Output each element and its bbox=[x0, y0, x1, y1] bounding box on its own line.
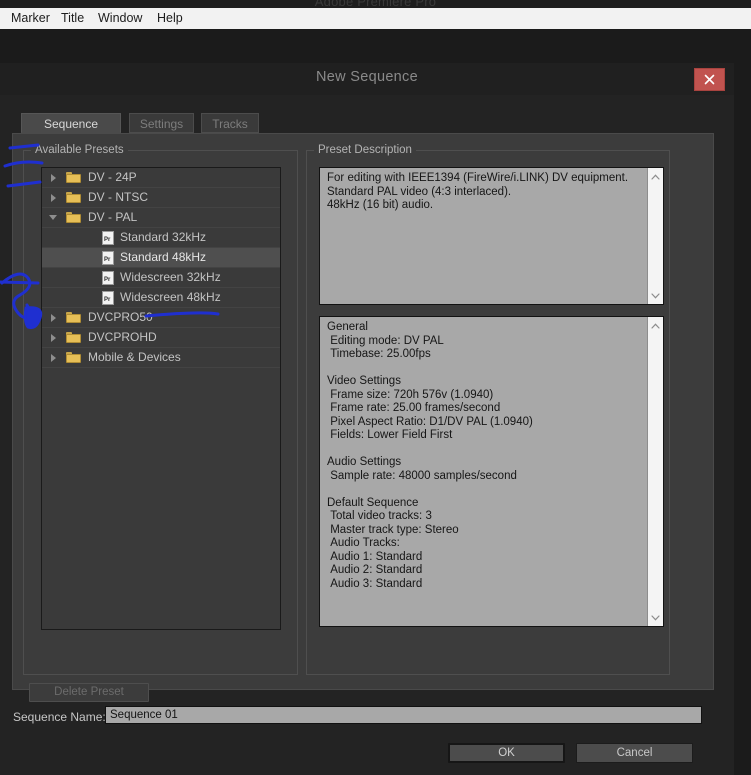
preset-details-box: General Editing mode: DV PAL Timebase: 2… bbox=[319, 316, 664, 627]
tab-tracks[interactable]: Tracks bbox=[201, 113, 259, 133]
menu-item-title[interactable]: Title bbox=[58, 11, 87, 26]
tree-item-label: Widescreen 32kHz bbox=[120, 270, 221, 284]
tree-row-selected[interactable]: Standard 48kHz bbox=[42, 248, 280, 268]
chevron-right-icon[interactable] bbox=[51, 354, 56, 362]
chevron-right-icon[interactable] bbox=[51, 334, 56, 342]
premiere-preset-icon bbox=[102, 251, 114, 265]
chevron-right-icon[interactable] bbox=[51, 314, 56, 322]
tree-item-label: DV - NTSC bbox=[88, 190, 148, 204]
chevron-right-icon[interactable] bbox=[51, 194, 56, 202]
ok-button[interactable]: OK bbox=[448, 743, 565, 763]
menu-item-help[interactable]: Help bbox=[154, 11, 186, 26]
preset-tree[interactable]: DV - 24P DV - NTSC DV - PAL St bbox=[41, 167, 281, 630]
preset-details-text: General Editing mode: DV PAL Timebase: 2… bbox=[327, 321, 533, 590]
app-title-strip: Adobe Premiere Pro bbox=[0, 0, 751, 8]
sequence-name-label: Sequence Name: bbox=[13, 710, 106, 724]
menu-bar: Marker Title Window Help bbox=[0, 8, 751, 30]
folder-icon bbox=[66, 352, 81, 363]
scroll-down-icon[interactable] bbox=[648, 610, 663, 625]
menu-item-window[interactable]: Window bbox=[95, 11, 145, 26]
premiere-preset-icon bbox=[102, 271, 114, 285]
premiere-preset-icon bbox=[102, 291, 114, 305]
new-sequence-dialog: New Sequence Sequence Presets Settings T… bbox=[0, 63, 734, 775]
tree-row[interactable]: DV - PAL bbox=[42, 208, 280, 228]
cancel-button[interactable]: Cancel bbox=[576, 743, 693, 763]
folder-icon bbox=[66, 192, 81, 203]
tree-item-label: Mobile & Devices bbox=[88, 350, 181, 364]
tree-item-label: DV - 24P bbox=[88, 170, 137, 184]
preset-summary-box: For editing with IEEE1394 (FireWire/i.LI… bbox=[319, 167, 664, 305]
menu-item-marker[interactable]: Marker bbox=[8, 11, 53, 26]
preset-description-label: Preset Description bbox=[314, 144, 416, 156]
preset-summary-scrollbar[interactable] bbox=[647, 168, 663, 304]
tab-settings[interactable]: Settings bbox=[129, 113, 194, 133]
preset-summary-text: For editing with IEEE1394 (FireWire/i.LI… bbox=[327, 172, 629, 211]
premiere-preset-icon bbox=[102, 231, 114, 245]
tree-row[interactable]: DVCPROHD bbox=[42, 328, 280, 348]
preset-details-scrollbar[interactable] bbox=[647, 317, 663, 626]
tree-item-label: DVCPROHD bbox=[88, 330, 157, 344]
tab-sequence-presets[interactable]: Sequence Presets bbox=[21, 113, 121, 151]
tree-row[interactable]: DVCPRO50 bbox=[42, 308, 280, 328]
tree-row[interactable]: Mobile & Devices bbox=[42, 348, 280, 368]
scroll-up-icon[interactable] bbox=[648, 318, 663, 333]
tree-item-label: DVCPRO50 bbox=[88, 310, 153, 324]
tree-row[interactable]: DV - 24P bbox=[42, 168, 280, 188]
scroll-up-icon[interactable] bbox=[648, 169, 663, 184]
delete-preset-button[interactable]: Delete Preset bbox=[29, 683, 149, 702]
tree-row[interactable]: Standard 32kHz bbox=[42, 228, 280, 248]
app-title: Adobe Premiere Pro bbox=[314, 0, 437, 8]
tree-row[interactable]: Widescreen 32kHz bbox=[42, 268, 280, 288]
close-button[interactable] bbox=[694, 68, 725, 91]
app-body: New Sequence Sequence Presets Settings T… bbox=[0, 29, 751, 775]
dialog-title: New Sequence bbox=[316, 69, 418, 85]
tree-item-label: Widescreen 48kHz bbox=[120, 290, 221, 304]
chevron-right-icon[interactable] bbox=[51, 174, 56, 182]
sequence-name-input[interactable] bbox=[105, 706, 702, 724]
available-presets-label: Available Presets bbox=[31, 144, 128, 156]
tree-row[interactable]: DV - NTSC bbox=[42, 188, 280, 208]
app-window: Adobe Premiere Pro Marker Title Window H… bbox=[0, 0, 751, 775]
folder-icon bbox=[66, 212, 81, 223]
tree-item-label: Standard 48kHz bbox=[120, 250, 207, 264]
chevron-down-icon[interactable] bbox=[49, 215, 57, 220]
folder-icon bbox=[66, 332, 81, 343]
folder-icon bbox=[66, 172, 81, 183]
tree-item-label: DV - PAL bbox=[88, 210, 138, 224]
tree-item-label: Standard 32kHz bbox=[120, 230, 207, 244]
scroll-down-icon[interactable] bbox=[648, 288, 663, 303]
sequence-presets-panel: Available Presets DV - 24P DV - NTSC DV … bbox=[12, 133, 714, 702]
tree-row[interactable]: Widescreen 48kHz bbox=[42, 288, 280, 308]
close-icon bbox=[704, 74, 715, 85]
dialog-title-bar: New Sequence bbox=[0, 63, 734, 95]
folder-icon bbox=[66, 312, 81, 323]
